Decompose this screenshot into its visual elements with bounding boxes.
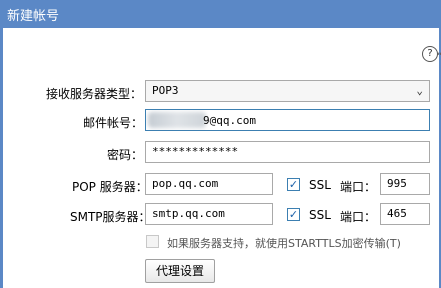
pop-port-label: 端口： (340, 180, 377, 194)
smtp-port-input[interactable]: 465 (380, 203, 430, 225)
pop-ssl-label: SSL (309, 178, 331, 192)
smtp-ssl-label: SSL (309, 208, 331, 222)
smtp-ssl-checkbox[interactable]: ✓ (287, 208, 300, 221)
chevron-down-icon: ⌄ (416, 84, 423, 97)
pop-port-value: 995 (387, 177, 407, 190)
smtp-server-label: SMTP服务器： (70, 210, 151, 224)
help-icon-tail: „ (437, 46, 441, 57)
starttls-checkbox[interactable] (146, 235, 159, 248)
server-type-value: POP3 (152, 84, 179, 97)
server-type-label: 接收服务器类型： (46, 87, 143, 101)
window-title: 新建帐号 (7, 9, 60, 24)
smtp-port-label: 端口： (340, 210, 377, 224)
pop-server-input[interactable]: pop.qq.com (145, 173, 273, 195)
title-bar: 新建帐号 (0, 0, 441, 28)
help-icon[interactable]: ? (422, 46, 438, 62)
account-value: 9@qq.com (203, 114, 256, 127)
smtp-server-value: smtp.qq.com (152, 207, 225, 220)
proxy-settings-button[interactable]: 代理设置 (145, 259, 215, 283)
password-label: 密码： (107, 148, 144, 162)
server-type-select[interactable]: POP3 ⌄ (145, 80, 430, 102)
password-value: ************* (152, 145, 239, 158)
pop-server-label: POP 服务器： (72, 180, 148, 194)
pop-server-value: pop.qq.com (152, 177, 219, 190)
password-input[interactable]: ************* (145, 141, 430, 163)
window-frame-left (0, 28, 3, 288)
redacted-blur (148, 112, 206, 128)
smtp-server-input[interactable]: smtp.qq.com (145, 203, 273, 225)
account-label: 邮件帐号： (83, 116, 144, 130)
smtp-port-value: 465 (387, 207, 407, 220)
account-input[interactable]: 9@qq.com (145, 109, 430, 131)
pop-ssl-checkbox[interactable]: ✓ (287, 178, 300, 191)
pop-port-input[interactable]: 995 (380, 173, 430, 195)
starttls-label: 如果服务器支持，就使用STARTTLS加密传输(T) (167, 237, 401, 250)
